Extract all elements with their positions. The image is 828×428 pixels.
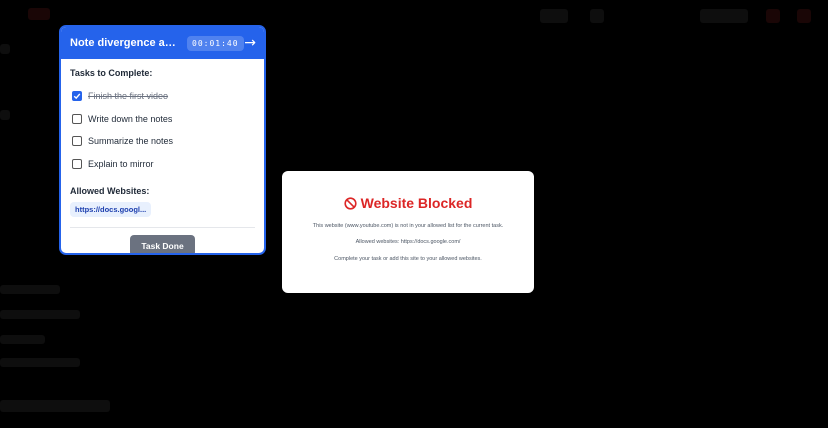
task-item[interactable]: Summarize the notes: [70, 130, 255, 153]
task-panel: Note divergence and c... 00:01:40 → Task…: [59, 25, 266, 255]
sidebar-ghost-1: [0, 44, 10, 54]
blocked-message: This website (www.youtube.com) is not in…: [312, 223, 504, 229]
task-item[interactable]: Finish the first video: [70, 85, 255, 108]
task-label: Summarize the notes: [88, 136, 174, 147]
sidebar-ghost-5: [0, 335, 45, 344]
blocked-title: Website Blocked: [282, 195, 534, 211]
allowed-sites-heading: Allowed Websites:: [70, 186, 150, 196]
blocked-title-text: Website Blocked: [360, 195, 473, 211]
sidebar-ghost-2: [0, 110, 10, 120]
checkmark-icon: [73, 93, 81, 100]
allowed-site-chip: https://docs.googl...: [70, 202, 152, 217]
prohibited-icon: [344, 196, 357, 210]
search-ghost: [540, 9, 568, 23]
tasks-heading: Tasks to Complete:: [70, 68, 153, 78]
task-done-button[interactable]: Task Done: [130, 235, 195, 253]
sidebar-ghost-6: [0, 358, 80, 367]
task-item[interactable]: Write down the notes: [70, 108, 255, 131]
task-item[interactable]: Explain to mirror: [70, 153, 255, 176]
sidebar-ghost-3: [0, 285, 60, 294]
blocked-hint: Complete your task or add this site to y…: [334, 256, 482, 262]
task-checkbox[interactable]: [72, 158, 82, 169]
youtube-logo-ghost: [28, 8, 50, 20]
task-list: Finish the first video Write down the no…: [70, 85, 255, 175]
divider: [70, 227, 255, 228]
bell-ghost: [766, 9, 780, 23]
task-checkbox[interactable]: [72, 91, 82, 102]
sidebar-ghost-4: [0, 310, 80, 319]
create-ghost: [700, 9, 748, 23]
avatar-ghost: [797, 9, 811, 23]
task-checkbox[interactable]: [72, 113, 82, 124]
arrow-right-icon[interactable]: →: [244, 36, 256, 50]
blocked-allowed-line: Allowed websites: https://docs.google.co…: [355, 239, 461, 245]
task-panel-body: Tasks to Complete: Finish the first vide…: [61, 59, 264, 253]
task-timer: 00:01:40: [187, 35, 244, 51]
task-label: Finish the first video: [88, 91, 169, 102]
task-title: Note divergence and c...: [70, 37, 182, 49]
task-label: Write down the notes: [88, 113, 173, 124]
task-label: Explain to mirror: [88, 158, 154, 169]
task-checkbox[interactable]: [72, 136, 82, 147]
task-panel-header: Note divergence and c... 00:01:40 →: [61, 27, 264, 59]
website-blocked-modal: Website Blocked This website (www.youtub…: [282, 171, 534, 293]
mic-ghost: [590, 9, 604, 23]
sidebar-ghost-7: [0, 400, 110, 412]
